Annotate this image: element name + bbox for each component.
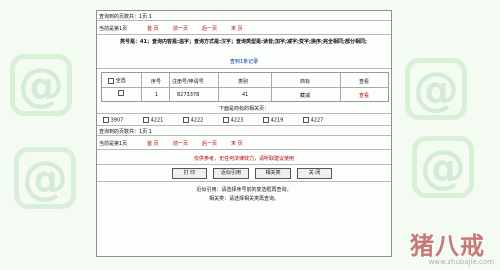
similar-item[interactable]: 3907 <box>103 117 123 124</box>
similar-cite-help: 近似引用：请选择序号前的复选框再查询。 <box>196 187 292 193</box>
select-all-label: 全选 <box>115 78 126 84</box>
background-at-icon: @ <box>405 58 467 120</box>
bottom-pager-row: 当前是第1页 首 页 前一页 后一页 末 页 <box>97 136 391 150</box>
bottom-page-count-row: 查询到的页数共：1页 1 <box>97 126 391 136</box>
previous-page-link[interactable]: 前一页 <box>173 25 188 32</box>
similar-item[interactable]: 4223 <box>223 117 243 124</box>
last-page-link[interactable]: 末 页 <box>231 25 243 32</box>
background-at-icon: @ <box>412 136 474 198</box>
action-buttons-row: 打 印 近似引用 相关类 关 闭 <box>97 165 391 182</box>
header-trademark: 商标 <box>300 79 311 85</box>
disclaimer-notice: 仅供参考，无任何法律效力，请听取建议使用 <box>193 156 294 162</box>
related-class-button[interactable]: 相关类 <box>255 168 291 179</box>
similar-item-checkbox[interactable] <box>263 117 269 123</box>
print-button[interactable]: 打 印 <box>172 168 207 179</box>
similar-item[interactable]: 4219 <box>263 117 283 124</box>
top-pager-row: 当前是第1页 首 页 前一页 后一页 末 页 <box>97 21 391 35</box>
query-description: 类号是：41；查询内容是:溢字；查询方式是:汉字；查询类型是:读音;加字;减字;… <box>120 39 367 45</box>
current-page-label: 当前是第1页 <box>99 26 128 32</box>
similar-item-label: 4221 <box>150 117 164 124</box>
first-page-link[interactable]: 首 页 <box>147 25 159 32</box>
bottom-page-count-text: 查询到的页数共：1页 1 <box>99 129 152 135</box>
results-table: 全选 序号 注册号/申请号 类别 商标 查看 1 8273378 41 藏减 查… <box>101 72 389 102</box>
similar-cite-button[interactable]: 近似引用 <box>213 168 249 179</box>
table-row-divider <box>102 87 388 88</box>
similar-item-checkbox[interactable] <box>103 117 109 123</box>
similar-section-title: 下面是商标的相关页： <box>218 106 269 112</box>
row-trademark: 藏减 <box>300 93 311 99</box>
header-class: 类别 <box>238 79 249 85</box>
similar-item[interactable]: 4222 <box>183 117 203 124</box>
trademark-search-results-panel: 查询到的页数共：1页 1 当前是第1页 首 页 前一页 后一页 末 页 类号是：… <box>96 10 392 257</box>
similar-item-label: 4222 <box>190 117 204 124</box>
page-count-text: 查询到的页数共：1页 1 <box>99 14 152 20</box>
similar-item-label: 4227 <box>310 117 324 124</box>
notice-row: 仅供参考，无任何法律效力，请听取建议使用 <box>97 150 391 165</box>
similar-item-checkbox[interactable] <box>183 117 189 123</box>
background-at-icon: @ <box>14 147 76 209</box>
header-registration-number: 注册号/申请号 <box>172 79 204 85</box>
similar-item-checkbox[interactable] <box>143 117 149 123</box>
row-select-checkbox[interactable] <box>118 90 124 96</box>
query-description-row: 类号是：41；查询内容是:溢字；查询方式是:汉字；查询类型是:读音;加字;减字;… <box>97 35 391 69</box>
result-count-text: 查到1条记录 <box>229 59 259 65</box>
row-registration-number: 8273378 <box>177 92 200 98</box>
bottom-current-page-label: 当前是第1页 <box>99 141 128 147</box>
select-all-checkbox[interactable] <box>108 77 114 84</box>
similar-title-row: 下面是商标的相关页： <box>97 102 391 114</box>
similar-item-label: 3907 <box>110 117 124 124</box>
close-button[interactable]: 关 闭 <box>297 168 332 179</box>
next-page-link[interactable]: 后一页 <box>202 25 217 32</box>
similar-item-label: 4219 <box>270 117 284 124</box>
similar-item-checkbox[interactable] <box>303 117 309 123</box>
row-index: 1 <box>155 92 159 98</box>
bottom-previous-page-link[interactable]: 前一页 <box>173 140 188 147</box>
similar-item-checkbox[interactable] <box>223 117 229 123</box>
similar-item[interactable]: 4221 <box>143 117 163 124</box>
related-class-help: 相关类：请选择相关类再查询。 <box>208 196 279 202</box>
bottom-first-page-link[interactable]: 首 页 <box>147 140 159 147</box>
similar-items-row: 3907 4221 4222 4223 4219 4227 <box>97 114 391 126</box>
header-view: 查看 <box>359 79 370 85</box>
row-class: 41 <box>242 92 249 98</box>
bottom-last-page-link[interactable]: 末 页 <box>231 140 243 147</box>
similar-item-label: 4223 <box>230 117 244 124</box>
site-watermark-url: www.zhubajie.com <box>428 258 494 266</box>
similar-item[interactable]: 4227 <box>303 117 323 124</box>
top-page-count-row: 查询到的页数共：1页 1 <box>97 11 391 21</box>
row-view-link[interactable]: 查看 <box>359 92 369 99</box>
site-watermark-logo: 猪八戒 <box>410 231 485 260</box>
header-index: 序号 <box>151 79 162 85</box>
background-at-icon: @ <box>10 54 72 116</box>
bottom-next-page-link[interactable]: 后一页 <box>202 140 217 147</box>
help-section: 近似引用：请选择序号前的复选框再查询。 相关类：请选择相关类再查询。 <box>97 182 391 204</box>
table-row <box>118 90 124 97</box>
select-all-control[interactable]: 全选 <box>108 77 126 84</box>
